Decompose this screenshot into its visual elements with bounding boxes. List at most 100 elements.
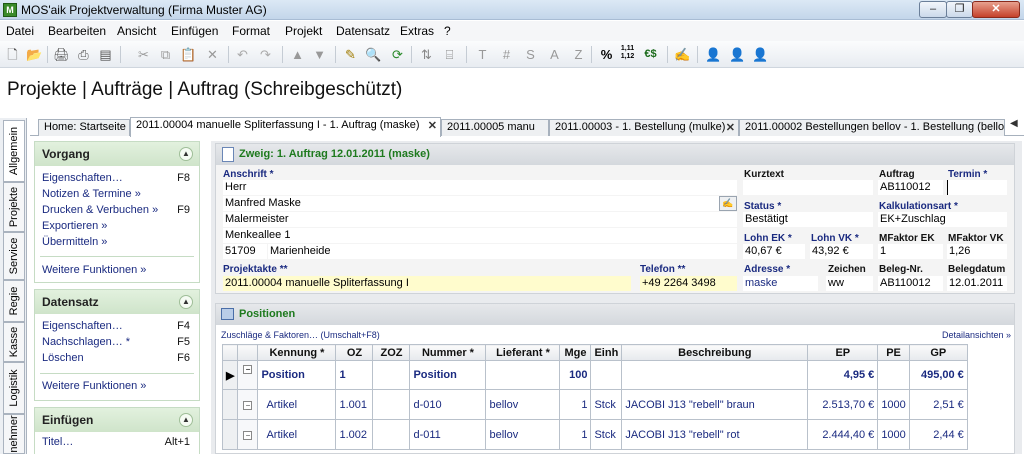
text-format-z-button[interactable]: Z — [569, 45, 588, 64]
belegdatum-field[interactable]: 12.01.2011 — [947, 276, 1007, 291]
datensatz-eigenschaften-link[interactable]: Eigenschaften… F4 — [42, 320, 192, 332]
cell-gp[interactable]: 2,51 € — [908, 389, 968, 420]
cell-beschreibung[interactable] — [621, 360, 809, 390]
col-einh[interactable]: Einh — [590, 344, 623, 361]
cell-mge[interactable]: 1 — [559, 419, 592, 450]
cell-ep[interactable]: 4,95 € — [807, 360, 879, 390]
kalkulationsart-field[interactable]: EK+Zuschlag — [878, 212, 1007, 227]
anschrift-line-4[interactable]: Menkeallee 1 — [223, 228, 737, 243]
cell-nummer[interactable]: Position — [409, 360, 487, 390]
tab-2011-00005[interactable]: 2011.00005 manu — [441, 119, 549, 136]
anschrift-line-3[interactable]: Malermeister — [223, 212, 737, 227]
vtab-nehmer[interactable]: nehmer — [3, 414, 25, 454]
menu-datensatz[interactable]: Datensatz — [336, 24, 390, 38]
col-gp[interactable]: GP — [908, 344, 968, 361]
cell-pe[interactable]: 1000 — [877, 419, 910, 450]
close-tab-icon[interactable]: ✕ — [428, 119, 437, 134]
col-beschreibung[interactable]: Beschreibung — [621, 344, 809, 361]
sort-icon[interactable]: ⇅ — [417, 45, 436, 64]
col-kennung[interactable]: Kennung * — [257, 344, 337, 361]
datensatz-header[interactable]: Datensatz ▲ — [35, 290, 199, 314]
lohn-vk-field[interactable]: 43,92 € — [810, 244, 873, 259]
datensatz-nachschlagen-link[interactable]: Nachschlagen… * F5 — [42, 336, 192, 348]
move-down-icon[interactable]: ▼ — [310, 45, 329, 64]
tab-home[interactable]: Home: Startseite — [38, 119, 130, 136]
tab-2011-00003[interactable]: 2011.00003 - 1. Bestellung (mulke) ✕ — [549, 119, 739, 136]
collapse-icon[interactable]: ▲ — [179, 147, 193, 161]
cell-mge[interactable]: 100 — [559, 360, 592, 390]
table-row[interactable]: − Artikel 1.002 d-011 bellov 1 Stck JACO… — [221, 419, 968, 450]
col-ep[interactable]: EP — [807, 344, 879, 361]
cell-ep[interactable]: 2.513,70 € — [807, 389, 879, 420]
copy-icon[interactable]: ⧉ — [156, 45, 175, 64]
print-icon[interactable]: ⎙ — [74, 45, 93, 64]
detailansichten-link[interactable]: Detailansichten » — [942, 330, 1011, 340]
cell-kennung[interactable]: Position — [257, 360, 337, 390]
ort-field[interactable]: Marienheide — [268, 244, 737, 259]
plz-field[interactable]: 51709 — [223, 244, 267, 259]
menu-ansicht[interactable]: Ansicht — [117, 24, 156, 38]
kurztext-field[interactable] — [743, 180, 873, 195]
cell-nummer[interactable]: d-011 — [409, 419, 487, 450]
vtab-allgemein[interactable]: Allgemein — [3, 120, 25, 182]
projektakte-field[interactable]: 2011.00004 manuelle Spliterfassung I — [223, 276, 631, 291]
telefon-field[interactable]: +49 2264 3498 — [640, 276, 737, 291]
minimize-button[interactable]: – — [919, 1, 947, 18]
cell-ep[interactable]: 2.444,40 € — [807, 419, 879, 450]
cell-zoz[interactable] — [372, 419, 411, 450]
decimal-button[interactable]: 1,11 1,12 — [618, 45, 637, 64]
table-row[interactable]: − Artikel 1.001 d-010 bellov 1 Stck JACO… — [221, 389, 968, 420]
status-field[interactable]: Bestätigt — [743, 212, 873, 227]
percent-button[interactable]: % — [597, 45, 616, 64]
cell-einh[interactable] — [590, 360, 623, 390]
user-red-icon[interactable]: 👤 — [751, 45, 770, 64]
cell-kennung[interactable]: Artikel — [257, 419, 337, 450]
lohn-ek-field[interactable]: 40,67 € — [743, 244, 805, 259]
maximize-button[interactable]: ❐ — [946, 1, 973, 18]
paste-icon[interactable]: 📋 — [179, 45, 198, 64]
cell-lieferant[interactable]: bellov — [485, 389, 561, 420]
cell-oz[interactable]: 1 — [335, 360, 374, 390]
adresse-field[interactable]: maske — [743, 276, 818, 291]
vtab-service[interactable]: Service — [3, 232, 25, 280]
cell-beschreibung[interactable]: JACOBI J13 "rebell" braun — [621, 389, 809, 420]
menu-bearbeiten[interactable]: Bearbeiten — [48, 24, 106, 38]
redo-icon[interactable]: ↷ — [256, 45, 275, 64]
anschrift-line-2[interactable]: Manfred Maske — [223, 196, 719, 211]
new-document-icon[interactable]: 🗋 — [3, 45, 22, 64]
vorgang-drucken-link[interactable]: Drucken & Verbuchen » F9 — [42, 204, 192, 216]
filter-icon[interactable]: ⌸ — [440, 45, 459, 64]
edit-pencil-icon[interactable]: ✎ — [341, 45, 360, 64]
cut-icon[interactable]: ✂ — [134, 45, 153, 64]
einfuegen-header[interactable]: Einfügen ▲ — [35, 408, 199, 432]
tab-scroll-left-icon[interactable]: ◀ — [1010, 118, 1018, 129]
termin-field[interactable] — [947, 180, 1007, 195]
menu-datei[interactable]: Datei — [6, 24, 34, 38]
vorgang-eigenschaften-link[interactable]: Eigenschaften… F8 — [42, 172, 192, 184]
belegnr-field[interactable]: AB110012 — [878, 276, 943, 291]
vtab-regie[interactable]: Regie — [3, 280, 25, 322]
cell-beschreibung[interactable]: JACOBI J13 "rebell" rot — [621, 419, 809, 450]
cell-zoz[interactable] — [372, 389, 411, 420]
page-setup-icon[interactable]: ▤ — [96, 45, 115, 64]
cell-kennung[interactable]: Artikel — [257, 389, 337, 420]
table-row[interactable]: ▶ − Position 1 Position 100 4,95 € 495,0… — [221, 360, 968, 390]
menu-einfuegen[interactable]: Einfügen — [171, 24, 218, 38]
close-button[interactable]: ✕ — [972, 1, 1020, 18]
col-oz[interactable]: OZ — [335, 344, 374, 361]
close-tab-icon[interactable]: ✕ — [726, 121, 735, 136]
refresh-icon[interactable]: ⟳ — [388, 45, 407, 64]
collapse-icon[interactable]: ▲ — [179, 413, 193, 427]
vorgang-weitere-link[interactable]: Weitere Funktionen » — [42, 264, 192, 276]
collapse-node-icon[interactable]: − — [237, 360, 259, 390]
signature-icon[interactable]: ✍ — [673, 45, 692, 64]
cell-lieferant[interactable]: bellov — [485, 419, 561, 450]
mfaktor-vk-field[interactable]: 1,26 — [947, 244, 1007, 259]
vorgang-notizen-link[interactable]: Notizen & Termine » — [42, 188, 192, 200]
cell-zoz[interactable] — [372, 360, 411, 390]
vorgang-exportieren-link[interactable]: Exportieren » — [42, 220, 192, 232]
undo-icon[interactable]: ↶ — [233, 45, 252, 64]
vtab-projekte[interactable]: Projekte — [3, 182, 25, 232]
vtab-kasse[interactable]: Kasse — [3, 322, 25, 362]
user-yellow-icon[interactable]: 👤 — [728, 45, 747, 64]
